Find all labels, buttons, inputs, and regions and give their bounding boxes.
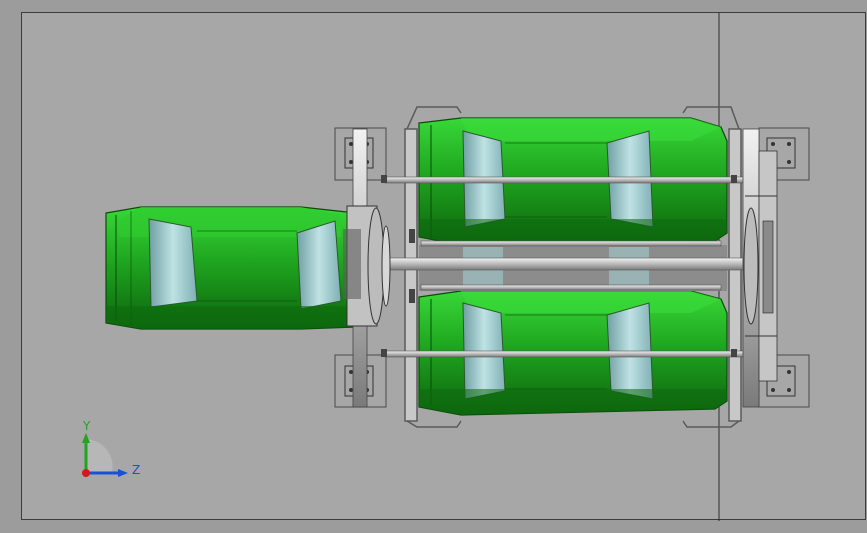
x-axis: [82, 469, 90, 477]
triad-axes: [82, 433, 128, 477]
graphics-viewport[interactable]: Y Z: [21, 12, 866, 521]
orientation-triad: Y Z: [70, 419, 150, 493]
right-column: [742, 128, 778, 408]
cad-app: Y Z: [0, 0, 867, 533]
y-axis-label: Y: [83, 419, 91, 433]
left-column: [343, 128, 391, 408]
car-left[interactable]: [105, 206, 374, 330]
z-axis-label: Z: [132, 463, 141, 477]
